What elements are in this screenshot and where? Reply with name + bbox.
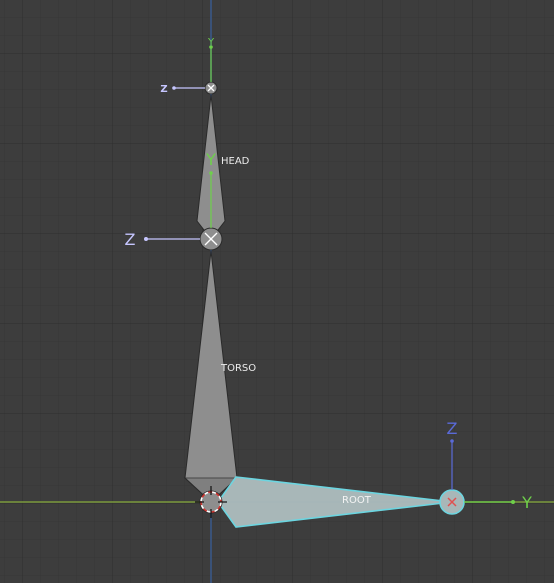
gizmo-head-base-z-label: Z bbox=[125, 230, 136, 249]
bone-label-torso: TORSO bbox=[220, 363, 256, 374]
gizmo-root-tail-z-label: Z bbox=[447, 419, 458, 438]
bone-label-head: HEAD bbox=[221, 156, 250, 167]
gizmo-head-tip-y-label: Y bbox=[207, 37, 215, 48]
viewport-canvas[interactable]: Y Z Y Z Z Y HEAD TORSO ROOT bbox=[0, 0, 554, 583]
bone-label-root: ROOT bbox=[342, 495, 372, 506]
gizmo-head-tip-z-label: Z bbox=[160, 84, 167, 95]
gizmo-root-tail-y-label: Y bbox=[521, 493, 532, 512]
gizmo-head-base-y-label: Y bbox=[205, 150, 216, 169]
3d-viewport[interactable]: Y Z Y Z Z Y HEAD TORSO ROOT bbox=[0, 0, 554, 583]
